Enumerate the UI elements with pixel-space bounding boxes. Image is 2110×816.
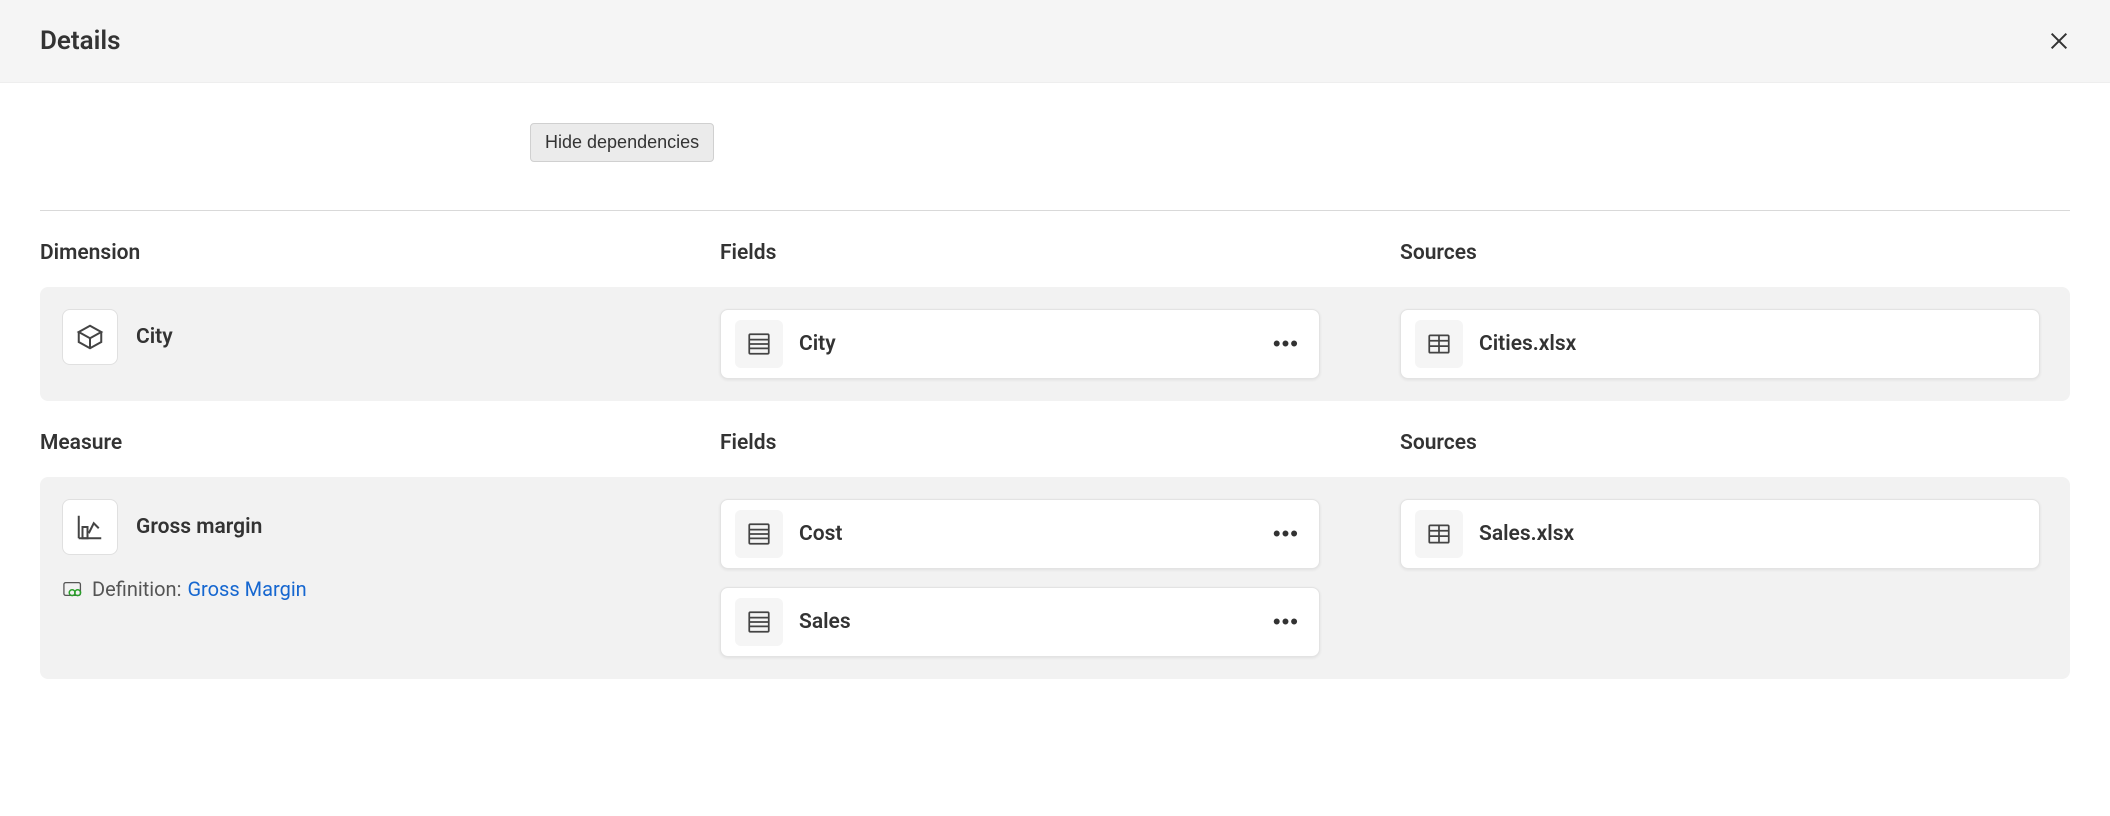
- field-icon: [735, 510, 783, 558]
- dimension-item: City: [62, 309, 720, 365]
- definition-link[interactable]: Gross Margin: [187, 577, 306, 601]
- measure-name: Gross margin: [136, 515, 262, 539]
- field-more-button[interactable]: •••: [1267, 605, 1305, 639]
- sources-header-2: Sources: [1400, 431, 2070, 455]
- measure-row: Gross margin Definition: Gross Margin: [40, 477, 2070, 679]
- sources-header: Sources: [1400, 241, 2070, 265]
- dimension-section-headers: Dimension Fields Sources: [0, 211, 2110, 277]
- details-title: Details: [40, 26, 121, 56]
- dimension-header: Dimension: [40, 241, 720, 265]
- field-name: Sales: [799, 610, 851, 634]
- source-item[interactable]: Cities.xlsx: [1400, 309, 2040, 379]
- details-header: Details: [0, 0, 2110, 83]
- cube-icon: [62, 309, 118, 365]
- definition-label: Definition:: [92, 577, 181, 601]
- measure-section-headers: Measure Fields Sources: [0, 401, 2110, 467]
- field-icon: [735, 320, 783, 368]
- close-icon: [2048, 30, 2070, 52]
- toolbar: Hide dependencies: [0, 83, 2110, 162]
- close-button[interactable]: [2048, 30, 2070, 52]
- measure-definition: Definition: Gross Margin: [62, 577, 720, 601]
- source-name: Cities.xlsx: [1479, 332, 1576, 356]
- hide-dependencies-button[interactable]: Hide dependencies: [530, 123, 714, 162]
- measure-item: Gross margin: [62, 499, 720, 555]
- field-item[interactable]: Cost •••: [720, 499, 1320, 569]
- dimension-sources: Cities.xlsx: [1400, 309, 2048, 379]
- field-item[interactable]: City •••: [720, 309, 1320, 379]
- measure-sources: Sales.xlsx: [1400, 499, 2048, 569]
- spreadsheet-icon: [1415, 510, 1463, 558]
- link-icon: [62, 578, 86, 600]
- dimension-row: City City •••: [40, 287, 2070, 401]
- chart-icon: [62, 499, 118, 555]
- ellipsis-icon: •••: [1273, 609, 1299, 634]
- source-item[interactable]: Sales.xlsx: [1400, 499, 2040, 569]
- dimension-fields: City •••: [720, 309, 1400, 379]
- field-name: City: [799, 332, 836, 356]
- field-item[interactable]: Sales •••: [720, 587, 1320, 657]
- field-icon: [735, 598, 783, 646]
- field-more-button[interactable]: •••: [1267, 327, 1305, 361]
- fields-header-2: Fields: [720, 431, 1400, 455]
- measure-column: Gross margin Definition: Gross Margin: [62, 499, 720, 601]
- fields-header: Fields: [720, 241, 1400, 265]
- measure-header: Measure: [40, 431, 720, 455]
- field-more-button[interactable]: •••: [1267, 517, 1305, 551]
- dimension-name: City: [136, 325, 173, 349]
- spreadsheet-icon: [1415, 320, 1463, 368]
- source-name: Sales.xlsx: [1479, 522, 1574, 546]
- measure-fields: Cost ••• Sales •••: [720, 499, 1400, 657]
- ellipsis-icon: •••: [1273, 521, 1299, 546]
- field-name: Cost: [799, 522, 842, 546]
- ellipsis-icon: •••: [1273, 331, 1299, 356]
